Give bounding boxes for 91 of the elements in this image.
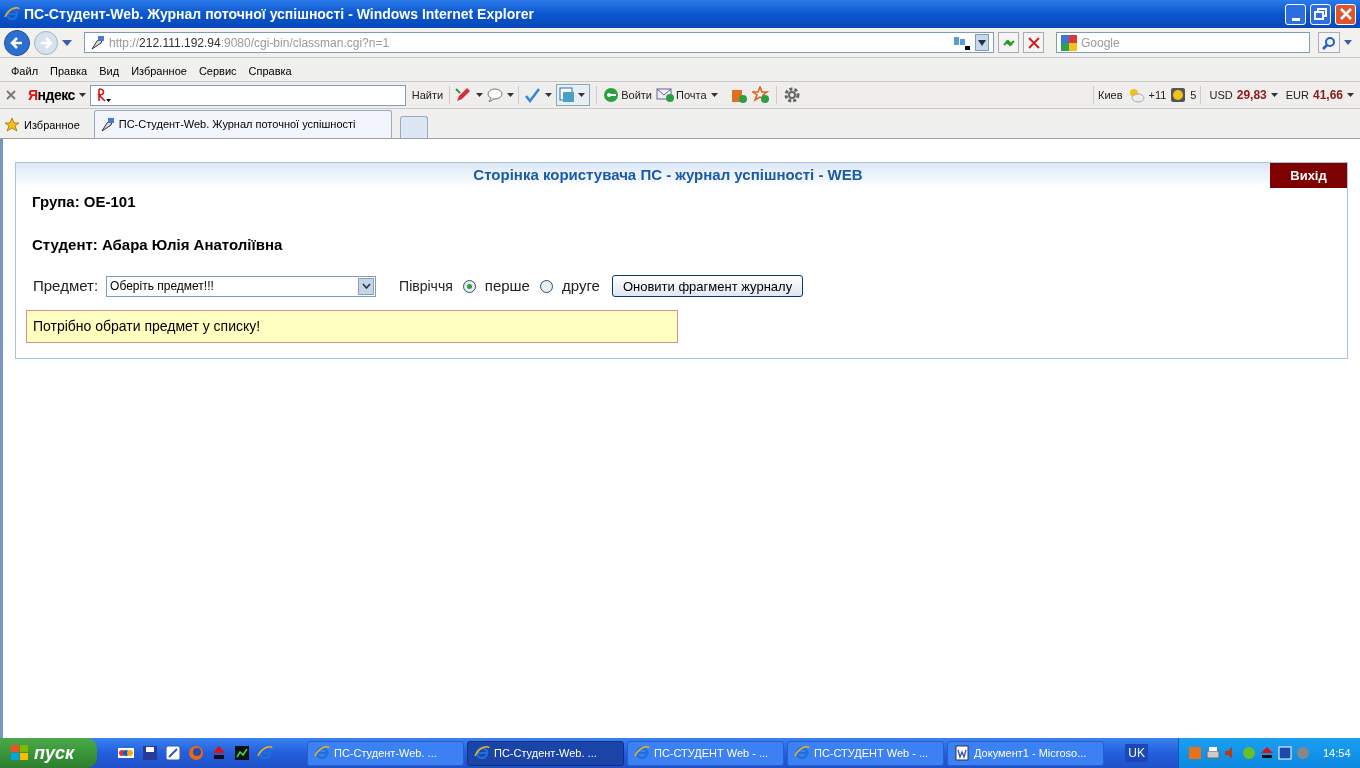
subject-select[interactable]: Оберіть предмет!!! (106, 275, 377, 297)
menu-item[interactable]: Файл (6, 62, 44, 79)
star-icon[interactable] (751, 86, 770, 104)
yandex-search-field[interactable] (89, 84, 406, 106)
star-icon (4, 117, 20, 133)
login-button[interactable]: Войти (603, 86, 652, 104)
ie-icon[interactable] (257, 745, 273, 761)
group-label: Група: ОЕ-101 (32, 192, 136, 212)
dropdown-arrow-icon[interactable] (78, 93, 86, 97)
menu-item[interactable]: Вид (94, 62, 125, 79)
radio-label[interactable]: перше (484, 275, 530, 298)
ie-icon (634, 745, 650, 761)
arrow-icon[interactable] (1259, 745, 1275, 761)
refresh-button[interactable] (998, 32, 1019, 53)
spellcheck-icon[interactable] (523, 87, 542, 103)
google-logo-icon (1061, 34, 1077, 51)
restore-button[interactable] (1310, 3, 1331, 25)
taskbar-button[interactable]: ПС-СТУДЕНТ Web - ... (627, 740, 784, 766)
search-button[interactable] (1318, 32, 1340, 53)
taskbar-button[interactable]: ПС-Студент-Web. ... (467, 740, 624, 766)
currency-rate[interactable]: USD 29,83 (1209, 86, 1267, 104)
windows-logo-icon (10, 744, 30, 762)
ie-icon (314, 745, 330, 761)
radio-button[interactable] (539, 279, 553, 293)
menu-item[interactable]: Правка (45, 62, 93, 79)
semester-label: Півріччя (399, 276, 453, 296)
close-icon (1337, 6, 1354, 22)
settings-icon[interactable] (782, 86, 801, 104)
radio-button[interactable] (462, 279, 476, 293)
mail-button[interactable]: Почта (656, 86, 707, 104)
dropdown-arrow-icon[interactable] (1344, 40, 1352, 45)
subject-label: Предмет: (33, 276, 99, 296)
back-button[interactable] (4, 29, 30, 56)
close-button[interactable] (1335, 3, 1356, 25)
ie-icon (474, 745, 490, 761)
dropdown-arrow-icon[interactable] (1270, 93, 1278, 97)
start-button[interactable]: пуск (0, 738, 97, 768)
printer-icon[interactable] (1205, 745, 1221, 761)
dropdown-arrow-icon[interactable] (1347, 93, 1354, 97)
traffic-icon[interactable] (1170, 87, 1187, 103)
radio-label[interactable]: друге (561, 275, 600, 298)
stop-button[interactable] (1023, 32, 1044, 53)
document-icon (954, 745, 970, 761)
taskbar-button[interactable]: ПС-Студент-Web. ... (307, 740, 464, 766)
translate-button[interactable] (556, 84, 591, 106)
logout-button[interactable]: Вихід (1270, 163, 1347, 188)
browser-tab[interactable]: ПС-Студент-Web. Журнал поточної успішності (93, 110, 392, 138)
back-arrow-icon (10, 35, 24, 50)
find-button[interactable]: Найти (409, 86, 446, 104)
menu-item[interactable]: Справка (243, 62, 297, 79)
currency-rate[interactable]: EUR 41,66 (1285, 86, 1343, 104)
close-icon (1027, 36, 1040, 49)
favorites-button[interactable]: Избранное (4, 112, 80, 138)
student-label: Студент: Абара Юлія Анатоліївна (32, 234, 283, 255)
dropdown-arrow-icon[interactable] (62, 39, 72, 46)
minimize-icon (1291, 17, 1300, 21)
search-icon (1322, 35, 1336, 50)
temperature-label[interactable]: +11 (1148, 86, 1167, 104)
chart-icon[interactable] (234, 745, 250, 761)
menu-item[interactable]: Сервис (193, 62, 242, 79)
traffic-label[interactable]: 5 (1190, 86, 1197, 104)
restore-icon (1312, 6, 1329, 22)
language-indicator[interactable]: UK (1125, 744, 1148, 762)
refresh-journal-button[interactable]: Оновити фрагмент журналу (611, 275, 804, 298)
dropdown-arrow-icon[interactable] (710, 93, 718, 97)
search-field[interactable]: Google (1056, 32, 1310, 53)
minimize-button[interactable] (1285, 3, 1306, 25)
clock: 14:54 (1323, 745, 1351, 761)
ie-icon (794, 745, 810, 761)
ie-icon (4, 6, 20, 22)
taskbar-button[interactable]: Документ1 - Microso... (947, 740, 1104, 766)
translate-icon (559, 87, 576, 103)
dropdown-arrow-icon[interactable] (545, 93, 553, 97)
arrow-icon[interactable] (211, 745, 227, 761)
dropdown-arrow-icon[interactable] (507, 93, 515, 97)
close-icon[interactable] (6, 90, 16, 100)
window-title: ПС-Студент-Web. Журнал поточної успішності - Windows Internet Explorer (24, 4, 535, 24)
dropdown-arrow-icon[interactable] (476, 93, 484, 97)
pencil-icon[interactable] (454, 87, 473, 103)
warning-message: Потрібно обрати предмет у списку! (26, 309, 678, 343)
envelope-icon (656, 88, 674, 102)
menu-item[interactable]: Избранное (126, 62, 192, 79)
city-label[interactable]: Киев (1098, 86, 1123, 104)
caret-icon (578, 93, 586, 97)
yandex-logo[interactable]: Яндекс (28, 84, 75, 106)
caret-icon (361, 283, 371, 290)
search-input[interactable]: Google (1081, 33, 1305, 52)
key-icon (603, 87, 620, 103)
page-header: Сторінка користувача ПС - журнал успішності - WEB (472, 165, 864, 186)
forward-arrow-icon (39, 35, 53, 50)
taskbar-button[interactable]: ПС-СТУДЕНТ Web - ... (787, 740, 944, 766)
